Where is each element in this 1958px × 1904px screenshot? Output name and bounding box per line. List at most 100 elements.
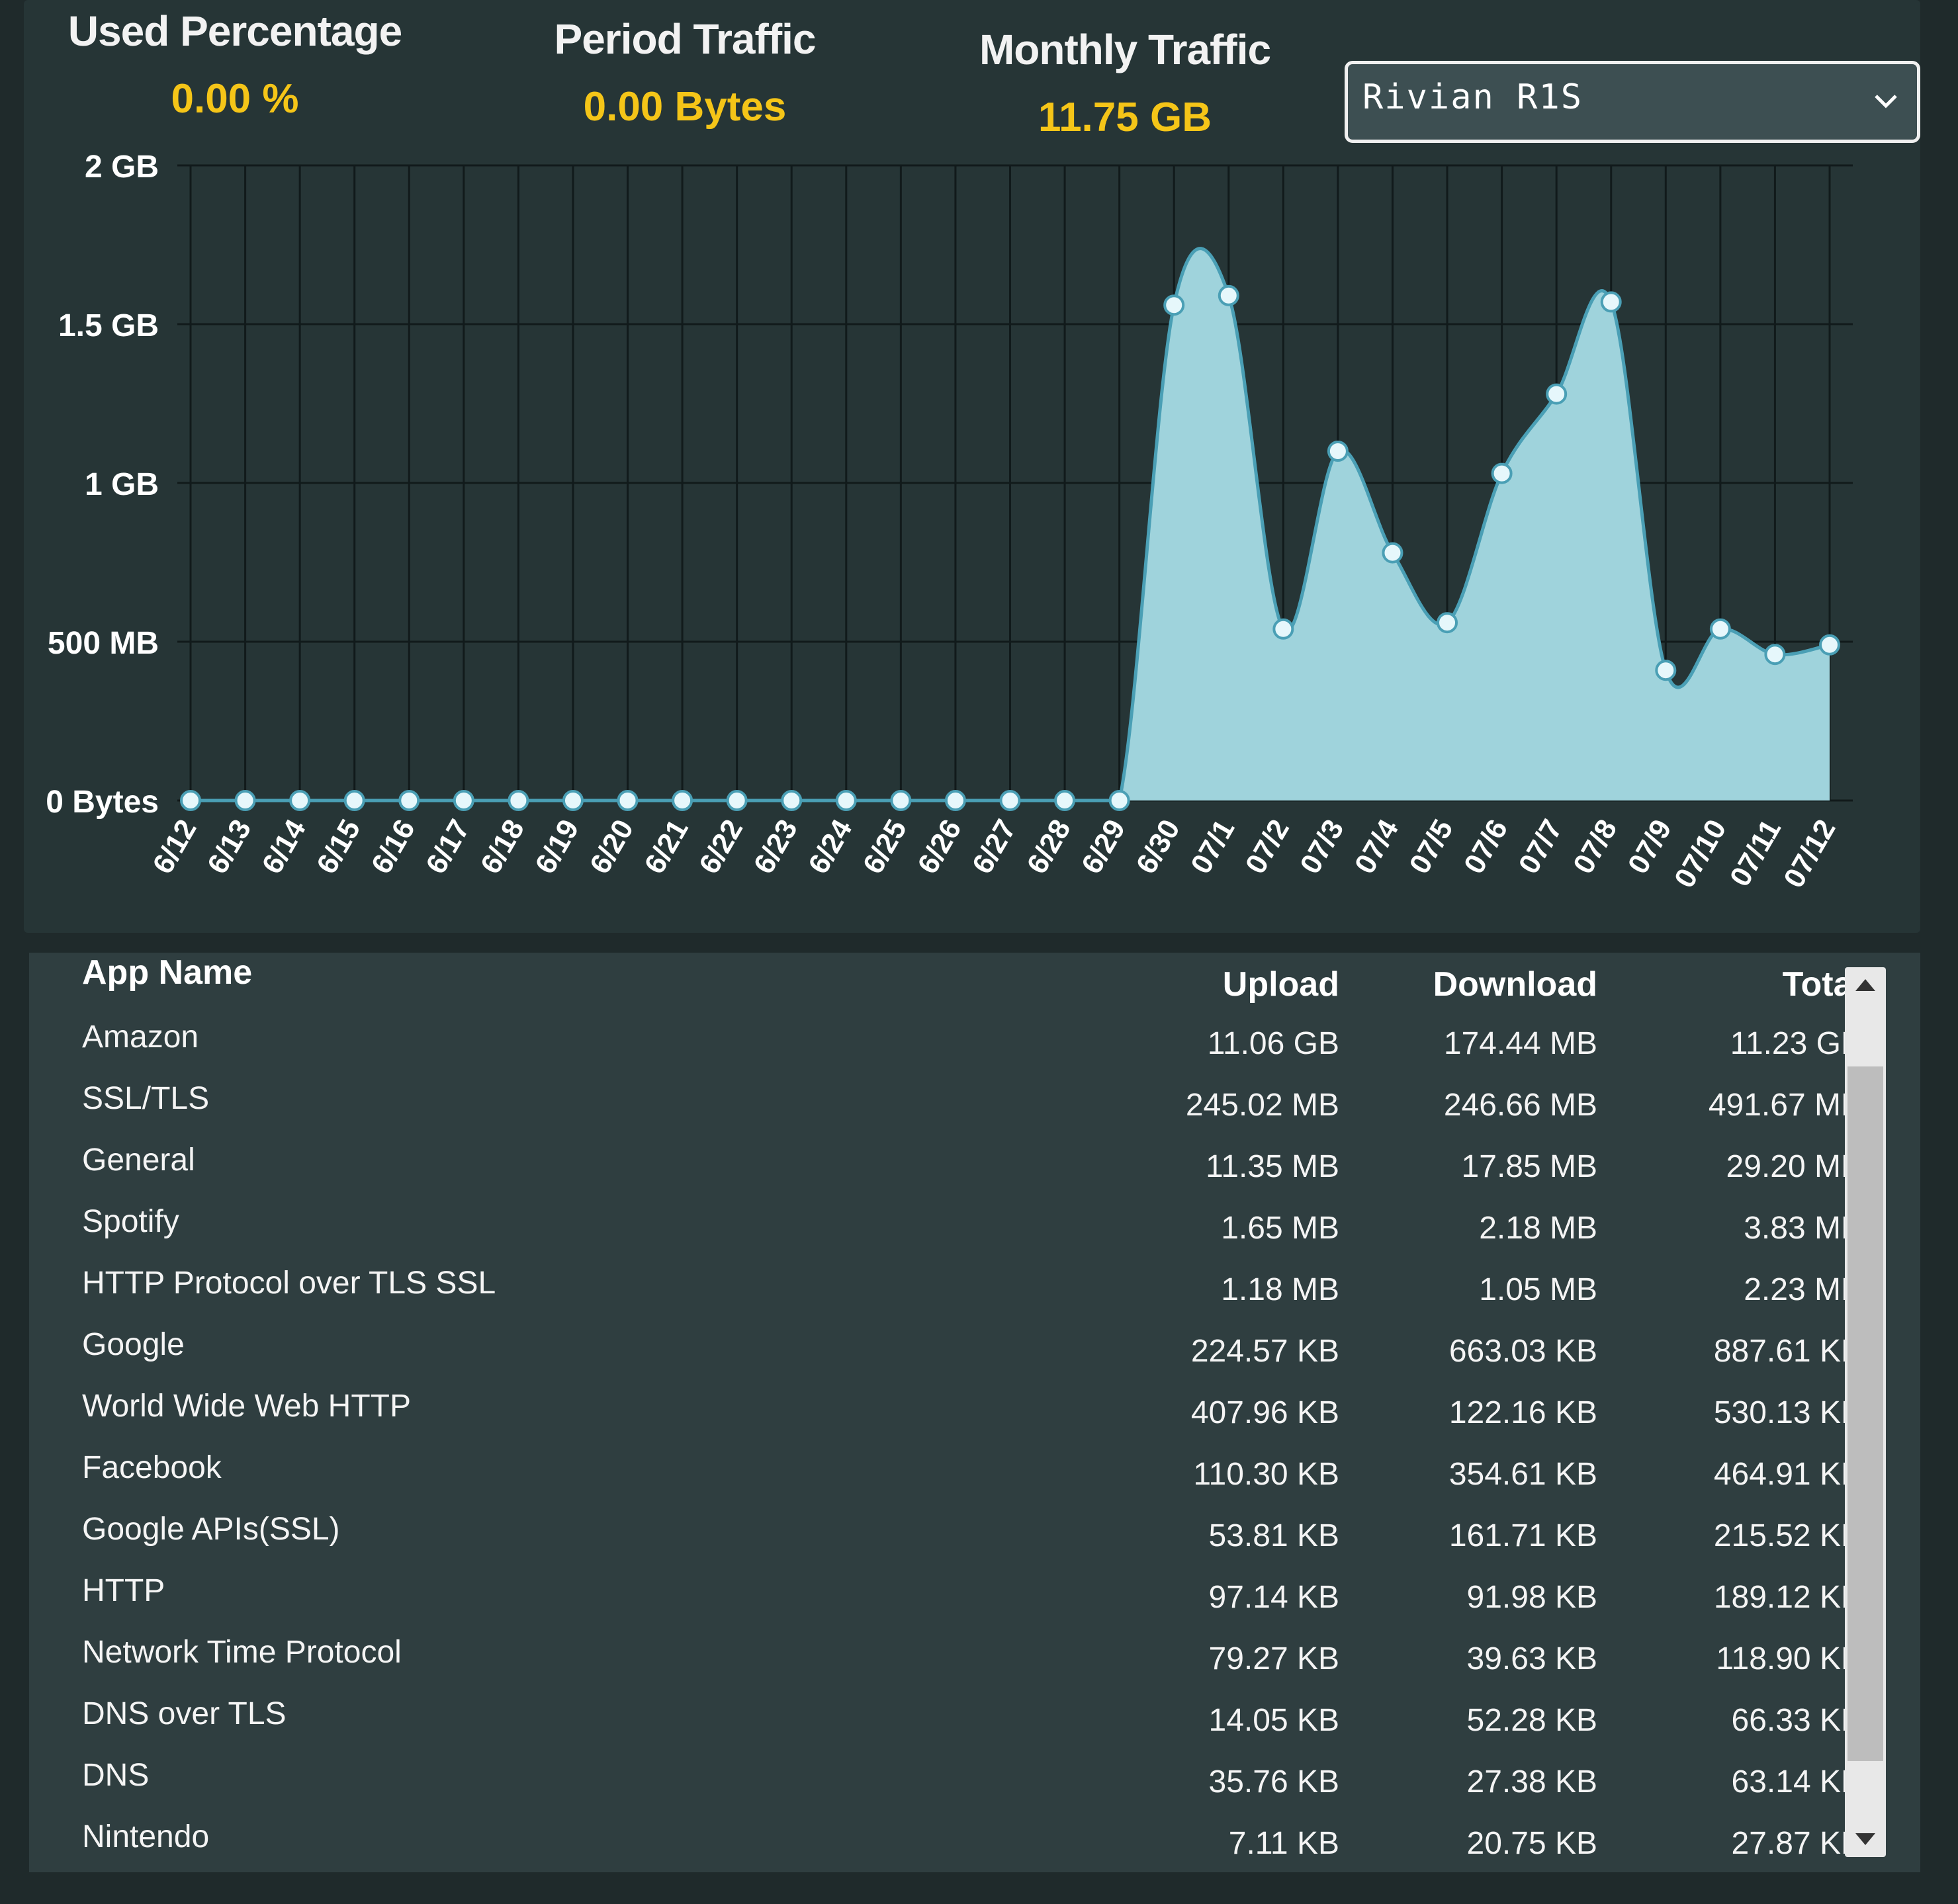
download-cell: 354.61 KB bbox=[1448, 1457, 1597, 1492]
data-point[interactable] bbox=[617, 790, 639, 811]
app-name-cell: Nintendo bbox=[82, 1819, 210, 1854]
upload-cell: 79.27 KB bbox=[1208, 1641, 1339, 1676]
table-row[interactable]: General 11.35 MB 17.85 MB 29.20 MB bbox=[29, 1142, 1862, 1204]
data-point[interactable] bbox=[1108, 790, 1130, 811]
data-point[interactable] bbox=[562, 790, 584, 811]
app-name-cell: DNS bbox=[82, 1758, 150, 1793]
total-cell: 530.13 KB bbox=[1713, 1395, 1862, 1430]
data-point[interactable] bbox=[1600, 291, 1622, 313]
y-tick-label: 2 GB bbox=[85, 150, 159, 185]
data-point[interactable] bbox=[781, 790, 803, 811]
header-app-name[interactable]: App Name bbox=[82, 953, 252, 992]
data-point[interactable] bbox=[1272, 618, 1294, 640]
x-tick-label: 6/19 bbox=[529, 814, 585, 880]
x-tick-label: 6/26 bbox=[911, 814, 967, 880]
table-row[interactable]: Amazon 11.06 GB 174.44 MB 11.23 GB bbox=[29, 1019, 1862, 1081]
app-name-cell: World Wide Web HTTP bbox=[82, 1389, 411, 1424]
data-point[interactable] bbox=[944, 790, 966, 811]
data-point[interactable] bbox=[999, 790, 1021, 811]
data-point[interactable] bbox=[1491, 462, 1513, 484]
y-tick-label: 1 GB bbox=[85, 467, 159, 502]
data-point[interactable] bbox=[1382, 542, 1403, 564]
data-point[interactable] bbox=[1054, 790, 1076, 811]
app-name-cell: Google APIs(SSL) bbox=[82, 1512, 340, 1547]
app-name-cell: HTTP Protocol over TLS SSL bbox=[82, 1266, 496, 1301]
x-tick-label: 07/7 bbox=[1513, 814, 1569, 880]
data-point[interactable] bbox=[1709, 618, 1731, 640]
data-point[interactable] bbox=[1764, 644, 1786, 666]
header-total[interactable]: Total bbox=[1584, 965, 1862, 1004]
table-row[interactable]: Google APIs(SSL) 53.81 KB 161.71 KB 215.52 … bbox=[29, 1511, 1862, 1573]
table-row[interactable]: Spotify 1.65 MB 2.18 MB 3.83 MB bbox=[29, 1203, 1862, 1266]
upload-cell: 14.05 KB bbox=[1208, 1703, 1339, 1738]
data-point[interactable] bbox=[726, 790, 748, 811]
download-cell: 39.63 KB bbox=[1466, 1641, 1597, 1676]
data-point[interactable] bbox=[1546, 383, 1568, 405]
x-tick-label: 6/18 bbox=[474, 814, 531, 880]
data-point[interactable] bbox=[180, 790, 201, 811]
table-row[interactable]: HTTP Protocol over TLS SSL 1.18 MB 1.05 MB… bbox=[29, 1265, 1862, 1327]
table-scrollbar[interactable] bbox=[1845, 967, 1886, 1857]
data-point[interactable] bbox=[234, 790, 256, 811]
table-row[interactable]: HTTP 97.14 KB 91.98 KB 189.12 KB bbox=[29, 1573, 1862, 1635]
download-cell: 122.16 KB bbox=[1448, 1395, 1597, 1430]
x-tick-label: 6/16 bbox=[365, 814, 422, 880]
upload-cell: 224.57 KB bbox=[1190, 1334, 1339, 1369]
upload-cell: 35.76 KB bbox=[1208, 1764, 1339, 1799]
upload-cell: 1.18 MB bbox=[1221, 1272, 1339, 1307]
table-row[interactable]: Network Time Protocol 79.27 KB 39.63 KB 118… bbox=[29, 1634, 1862, 1696]
scroll-down-icon[interactable] bbox=[1853, 1829, 1878, 1849]
data-point[interactable] bbox=[289, 790, 311, 811]
upload-cell: 110.30 KB bbox=[1193, 1457, 1339, 1492]
upload-cell: 53.81 KB bbox=[1208, 1518, 1339, 1553]
download-cell: 2.18 MB bbox=[1479, 1211, 1597, 1246]
data-point[interactable] bbox=[1163, 294, 1185, 316]
app-name-cell: HTTP bbox=[82, 1573, 165, 1608]
x-tick-label: 07/12 bbox=[1777, 814, 1842, 894]
data-point[interactable] bbox=[508, 790, 529, 811]
table-row[interactable]: SSL/TLS 245.02 MB 246.66 MB 491.67 MB bbox=[29, 1080, 1862, 1143]
x-tick-label: 07/2 bbox=[1239, 814, 1296, 880]
period-traffic-stat: Period Traffic 0.00 Bytes bbox=[500, 15, 870, 130]
data-point[interactable] bbox=[672, 790, 693, 811]
total-cell: 464.91 KB bbox=[1713, 1457, 1862, 1492]
scroll-thumb[interactable] bbox=[1847, 1066, 1883, 1761]
data-point[interactable] bbox=[1437, 612, 1458, 634]
data-point[interactable] bbox=[1327, 441, 1349, 462]
header-upload[interactable]: Upload bbox=[1061, 965, 1339, 1004]
table-row[interactable]: Nintendo 7.11 KB 20.75 KB 27.87 KB bbox=[29, 1819, 1862, 1872]
download-cell: 20.75 KB bbox=[1466, 1826, 1597, 1861]
device-select[interactable]: Rivian R1S bbox=[1345, 61, 1920, 143]
table-row[interactable]: Google 224.57 KB 663.03 KB 887.61 KB bbox=[29, 1326, 1862, 1389]
x-tick-label: 6/13 bbox=[201, 814, 257, 880]
app-name-cell: General bbox=[82, 1143, 195, 1178]
upload-cell: 11.06 GB bbox=[1207, 1026, 1339, 1061]
data-point[interactable] bbox=[453, 790, 474, 811]
period-traffic-title: Period Traffic bbox=[554, 15, 817, 63]
download-cell: 27.38 KB bbox=[1466, 1764, 1597, 1799]
x-tick-label: 6/15 bbox=[310, 814, 367, 880]
data-point[interactable] bbox=[890, 790, 912, 811]
data-point[interactable] bbox=[398, 790, 420, 811]
data-point[interactable] bbox=[1218, 284, 1239, 306]
x-tick-label: 07/10 bbox=[1668, 814, 1732, 894]
data-point[interactable] bbox=[343, 790, 365, 811]
scroll-up-icon[interactable] bbox=[1853, 975, 1878, 995]
table-row[interactable]: Facebook 110.30 KB 354.61 KB 464.91 KB bbox=[29, 1450, 1862, 1512]
data-point[interactable] bbox=[1819, 634, 1840, 656]
app-name-cell: Google bbox=[82, 1327, 185, 1362]
x-tick-label: 6/23 bbox=[748, 814, 804, 880]
data-point[interactable] bbox=[835, 790, 857, 811]
header-download[interactable]: Download bbox=[1319, 965, 1597, 1004]
download-cell: 246.66 MB bbox=[1443, 1088, 1597, 1123]
download-cell: 91.98 KB bbox=[1466, 1580, 1597, 1615]
app-name-cell: Amazon bbox=[82, 1019, 199, 1055]
upload-cell: 7.11 KB bbox=[1228, 1826, 1339, 1861]
table-row[interactable]: DNS 35.76 KB 27.38 KB 63.14 KB bbox=[29, 1757, 1862, 1819]
x-tick-label: 6/21 bbox=[639, 814, 695, 880]
x-tick-label: 6/30 bbox=[1130, 814, 1186, 880]
chevron-down-icon bbox=[1875, 95, 1897, 108]
data-point[interactable] bbox=[1655, 660, 1677, 681]
table-row[interactable]: World Wide Web HTTP 407.96 KB 122.16 KB 530… bbox=[29, 1388, 1862, 1450]
table-row[interactable]: DNS over TLS 14.05 KB 52.28 KB 66.33 KB bbox=[29, 1696, 1862, 1758]
